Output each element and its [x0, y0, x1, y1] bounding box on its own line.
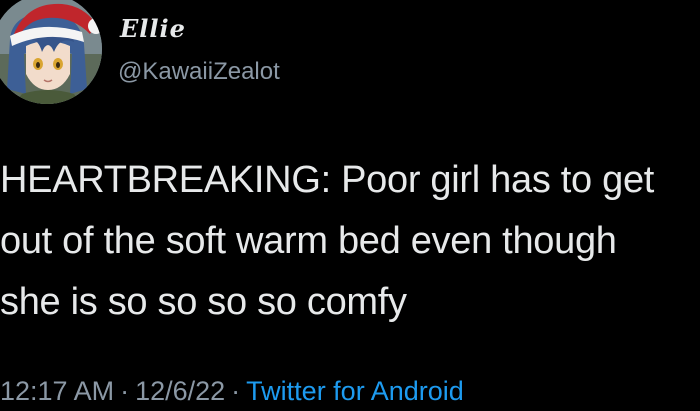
tweet-text-line: out of the soft warm bed even though	[0, 220, 617, 262]
tweet-date[interactable]: 12/6/22	[135, 376, 225, 406]
anime-girl-santa-hat-avatar-icon	[0, 0, 102, 104]
tweet-meta: 12:17 AM · 12/6/22 · Twitter for Android	[0, 376, 464, 407]
tweet-header: Ellie @KawaiiZealot	[0, 0, 700, 110]
tweet: Ellie @KawaiiZealot HEARTBREAKING: Poor …	[0, 0, 700, 411]
tweet-source-link[interactable]: Twitter for Android	[246, 376, 464, 406]
tweet-text: HEARTBREAKING: Poor girl has to get out …	[0, 150, 700, 333]
tweet-text-line: she is so so so so comfy	[0, 281, 407, 323]
tweet-text-line: HEARTBREAKING: Poor girl has to get	[0, 159, 655, 201]
meta-separator: ·	[231, 376, 241, 406]
tweet-time[interactable]: 12:17 AM	[0, 376, 114, 406]
display-name[interactable]: Ellie	[120, 14, 186, 43]
meta-separator: ·	[120, 376, 130, 406]
avatar[interactable]	[0, 0, 102, 104]
user-handle[interactable]: @KawaiiZealot	[118, 58, 280, 86]
